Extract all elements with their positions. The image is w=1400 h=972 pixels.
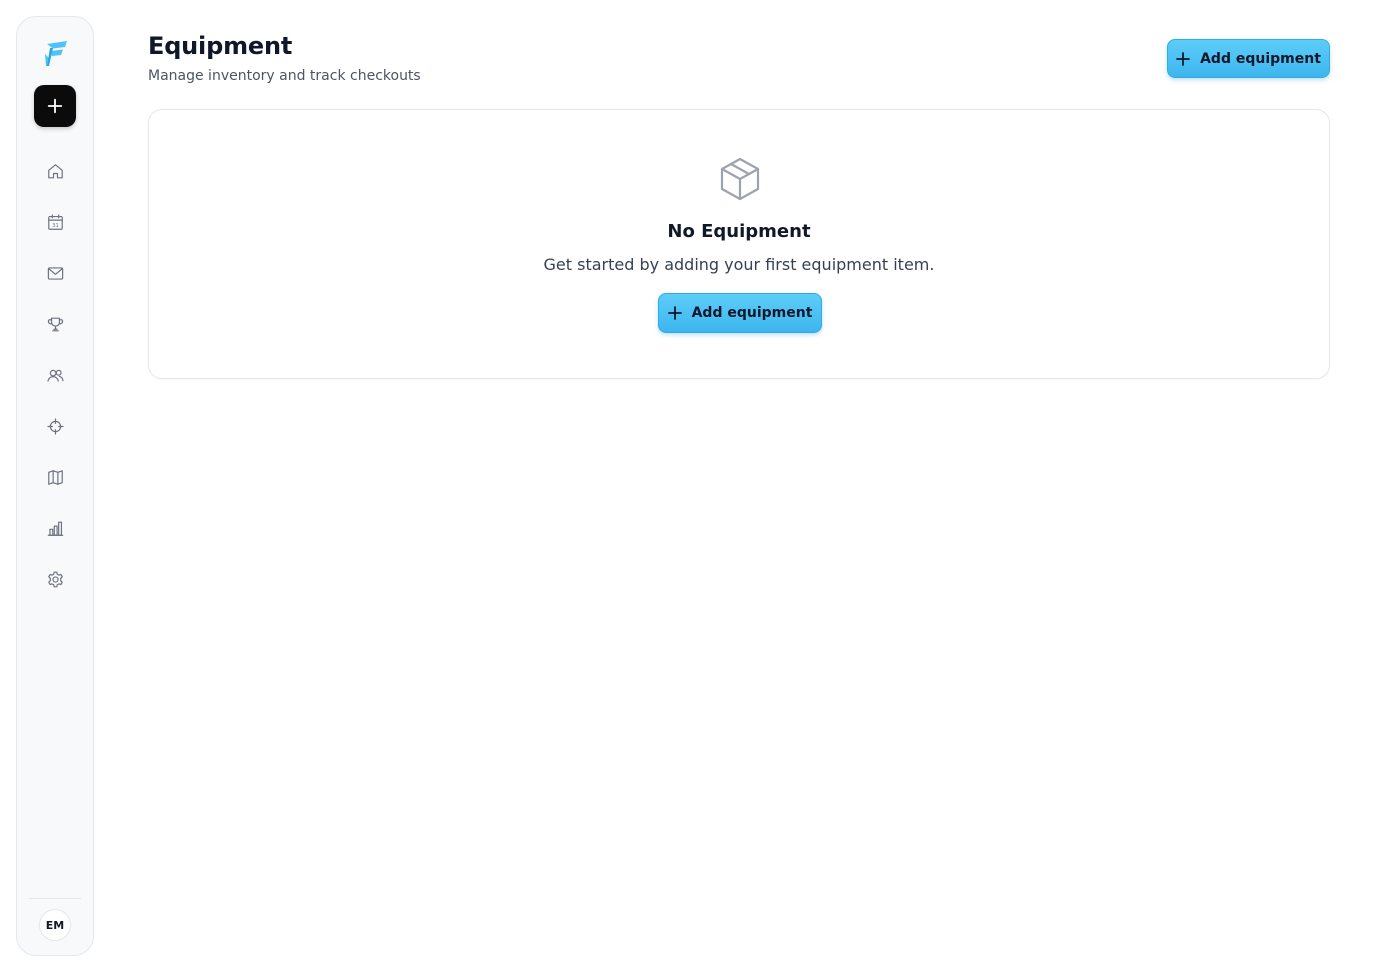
empty-state-title: No Equipment bbox=[667, 221, 811, 242]
sidebar-item-targets[interactable] bbox=[35, 406, 75, 446]
empty-state-add-equipment-button[interactable]: Add equipment bbox=[658, 293, 822, 333]
plus-icon bbox=[667, 306, 682, 320]
create-new-button[interactable] bbox=[34, 85, 76, 127]
map-icon bbox=[47, 469, 63, 485]
sidebar-item-home[interactable] bbox=[35, 151, 75, 191]
sidebar-nav: 31 bbox=[35, 151, 75, 610]
sidebar-item-calendar[interactable]: 31 bbox=[35, 202, 75, 242]
empty-state-card: No Equipment Get started by adding your … bbox=[148, 109, 1330, 379]
plus-icon bbox=[1176, 51, 1190, 66]
crosshair-icon bbox=[46, 417, 64, 435]
svg-text:31: 31 bbox=[52, 222, 59, 228]
empty-state-add-equipment-label: Add equipment bbox=[691, 305, 813, 321]
trophy-icon bbox=[47, 317, 63, 331]
user-avatar[interactable]: EM bbox=[39, 909, 71, 941]
package-icon bbox=[718, 156, 762, 202]
header-add-equipment-label: Add equipment bbox=[1200, 50, 1321, 67]
page-title: Equipment bbox=[148, 32, 293, 60]
sidebar-item-trophies[interactable] bbox=[35, 304, 75, 344]
brand-logo-icon[interactable] bbox=[39, 37, 71, 69]
sidebar: 31 EM bbox=[16, 16, 94, 956]
sidebar-item-stats[interactable] bbox=[35, 508, 75, 548]
bar-chart-icon bbox=[47, 521, 63, 536]
sidebar-item-settings[interactable] bbox=[35, 559, 75, 599]
empty-state-description: Get started by adding your first equipme… bbox=[543, 255, 935, 274]
home-icon bbox=[47, 163, 63, 178]
sidebar-divider bbox=[29, 898, 81, 899]
plus-icon bbox=[47, 98, 63, 114]
header-add-equipment-button[interactable]: Add equipment bbox=[1167, 39, 1330, 78]
mail-icon bbox=[47, 266, 63, 280]
gear-icon bbox=[47, 571, 63, 587]
sidebar-item-map[interactable] bbox=[35, 457, 75, 497]
users-icon bbox=[46, 369, 64, 382]
calendar-icon: 31 bbox=[47, 213, 63, 230]
page-subtitle: Manage inventory and track checkouts bbox=[148, 68, 421, 84]
sidebar-item-people[interactable] bbox=[35, 355, 75, 395]
sidebar-item-messages[interactable] bbox=[35, 253, 75, 293]
